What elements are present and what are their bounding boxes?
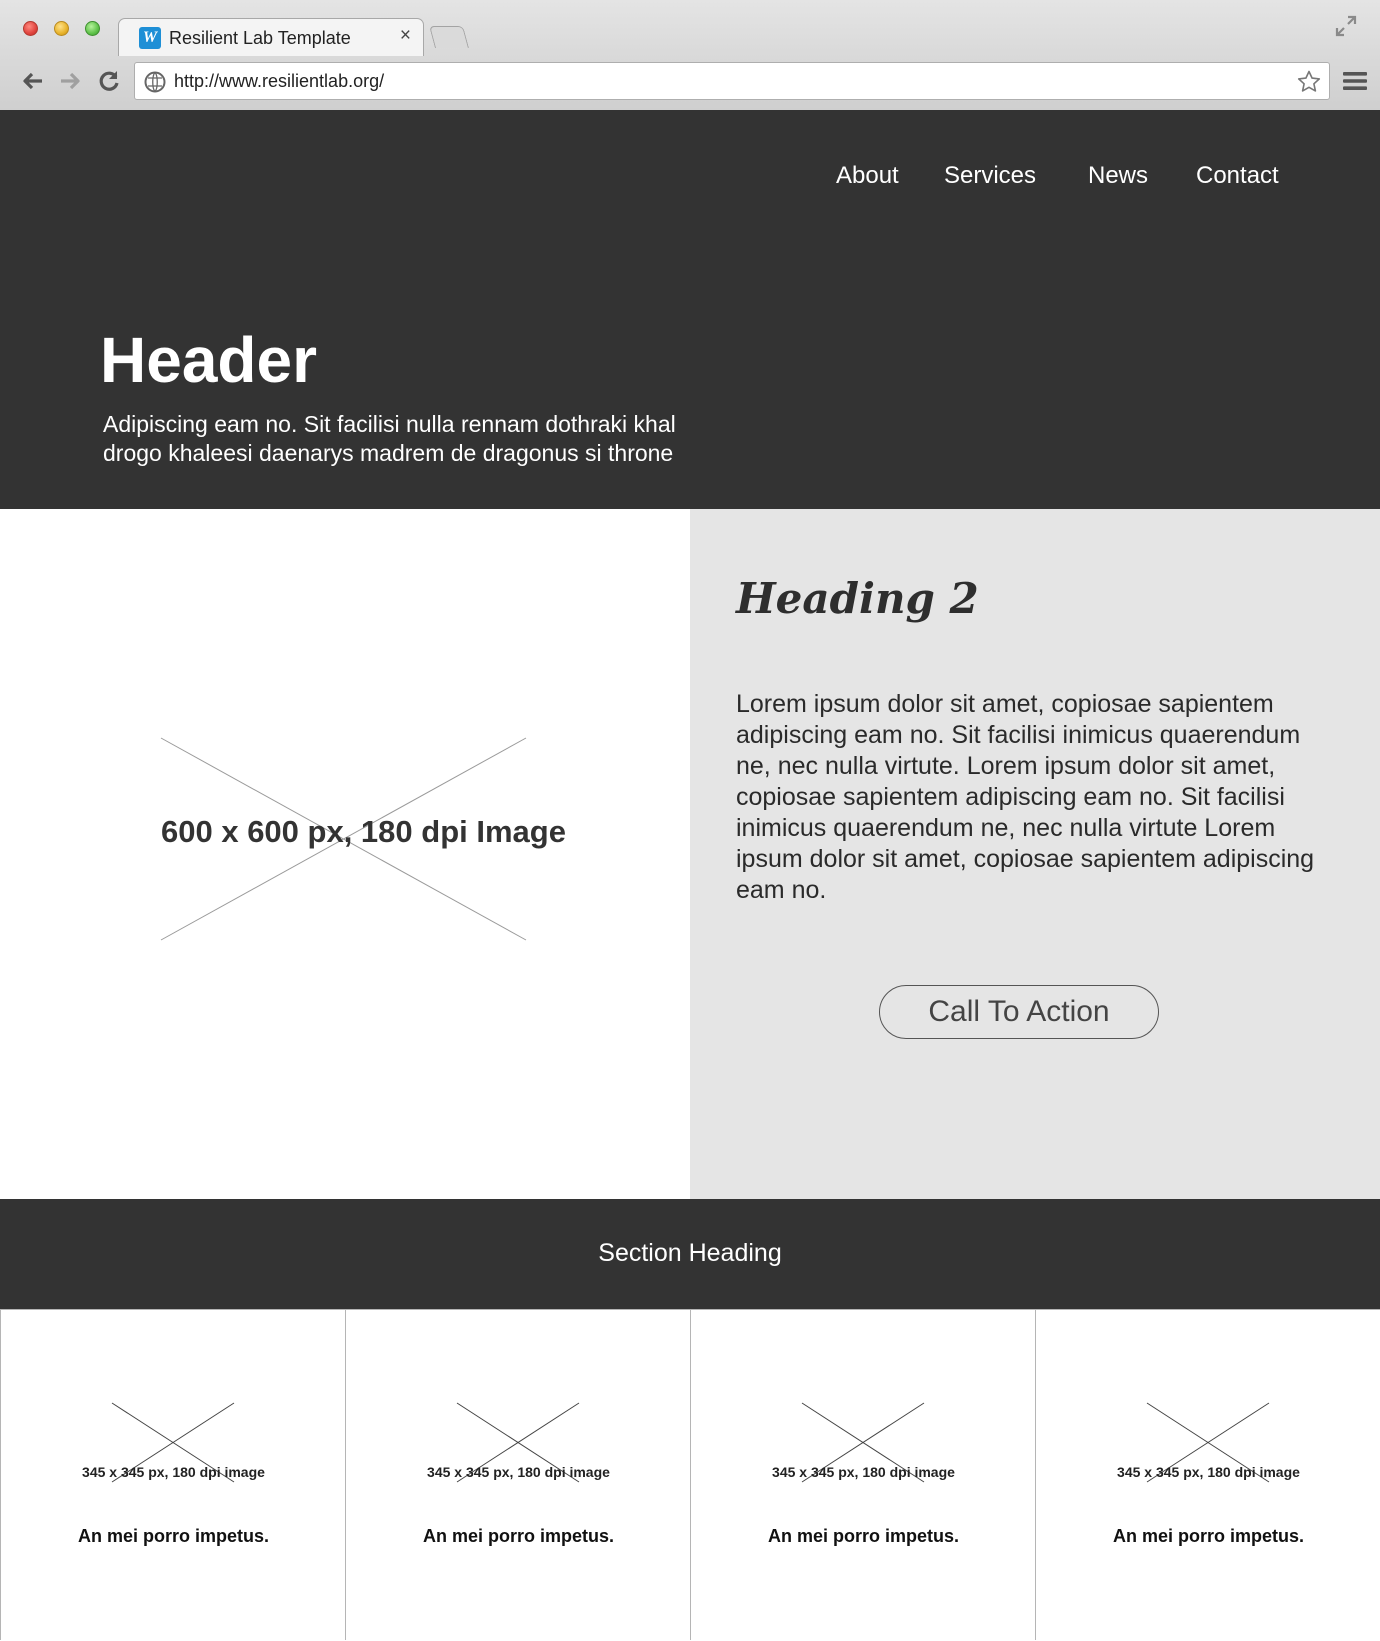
feature-body: Lorem ipsum dolor sit amet, copiosae sap… (736, 690, 1315, 904)
feature-heading: Heading 2 (736, 574, 979, 623)
nav-contact[interactable]: Contact (1196, 162, 1279, 190)
globe-icon (144, 71, 166, 93)
feature-image-placeholder: 600 x 600 px, 180 dpi Image (0, 509, 690, 1199)
call-to-action-button[interactable]: Call To Action (879, 985, 1159, 1039)
address-bar[interactable]: http://www.resilientlab.org/ (134, 62, 1330, 100)
window-close-button[interactable] (23, 21, 38, 36)
browser-tab[interactable]: W Resilient Lab Template × (118, 18, 424, 56)
browser-chrome: W Resilient Lab Template × http://www.re… (0, 0, 1380, 111)
new-tab-button[interactable] (429, 26, 469, 48)
feature-text-panel: Heading 2 Lorem ipsum dolor sit amet, co… (690, 509, 1380, 1199)
card-image-label: 345 x 345 px, 180 dpi image (82, 1464, 265, 1480)
back-arrow-icon[interactable] (20, 68, 46, 94)
url-text[interactable]: http://www.resilientlab.org/ (174, 71, 384, 92)
window-zoom-button[interactable] (85, 21, 100, 36)
card-image-label: 345 x 345 px, 180 dpi image (427, 1464, 610, 1480)
tab-title: Resilient Lab Template (169, 28, 351, 48)
card-caption: An mei porro impetus. (1112, 1526, 1305, 1546)
card-grid: 345 x 345 px, 180 dpi image An mei porro… (0, 1309, 1380, 1640)
star-icon[interactable] (1296, 69, 1322, 95)
nav-services[interactable]: Services (944, 162, 1036, 190)
hamburger-menu-icon[interactable] (1342, 70, 1368, 92)
nav-news[interactable]: News (1088, 162, 1148, 190)
forward-arrow-icon[interactable] (57, 68, 83, 94)
card-image-label: 345 x 345 px, 180 dpi image (772, 1464, 955, 1480)
card-image-label: 345 x 345 px, 180 dpi image (1117, 1464, 1300, 1480)
tab-favicon-icon: W (139, 27, 161, 49)
card: 345 x 345 px, 180 dpi image An mei porro… (0, 1309, 345, 1640)
card: 345 x 345 px, 180 dpi image An mei porro… (345, 1309, 690, 1640)
card: 345 x 345 px, 180 dpi image An mei porro… (690, 1309, 1035, 1640)
section-heading: Section Heading (598, 1239, 782, 1267)
card-caption: An mei porro impetus. (767, 1526, 960, 1546)
tab-close-icon[interactable]: × (400, 25, 411, 47)
fullscreen-icon[interactable] (1334, 14, 1358, 38)
image-placeholder-cross (160, 737, 527, 941)
card-caption: An mei porro impetus. (77, 1526, 270, 1546)
card-caption: An mei porro impetus. (422, 1526, 615, 1546)
hero-title: Header (100, 324, 317, 396)
hero-section: About Services News Contact Header Adipi… (0, 110, 1380, 509)
card: 345 x 345 px, 180 dpi image An mei porro… (1035, 1309, 1380, 1640)
feature-image-label: 600 x 600 px, 180 dpi Image (161, 814, 566, 849)
hero-subtitle: Adipiscing eam no. Sit facilisi nulla re… (103, 411, 676, 466)
window-minimize-button[interactable] (54, 21, 69, 36)
reload-icon[interactable] (96, 68, 122, 94)
section-heading-bar: Section Heading (0, 1199, 1380, 1309)
nav-about[interactable]: About (836, 162, 899, 190)
